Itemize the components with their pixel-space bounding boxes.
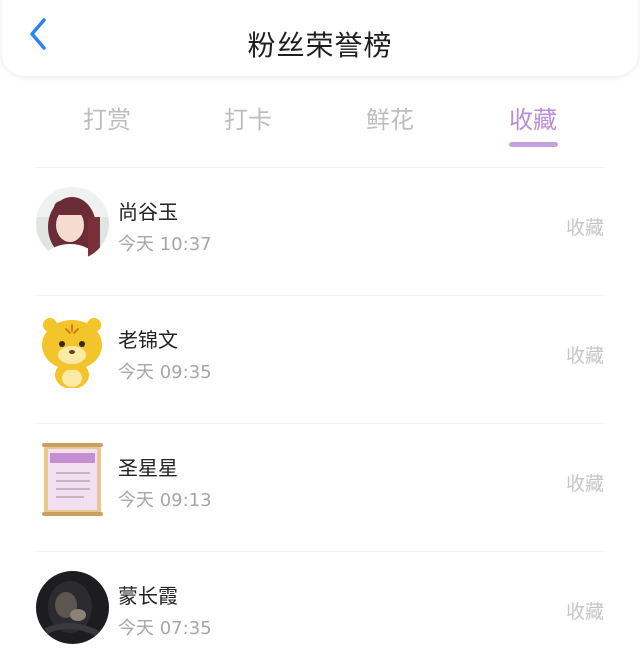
fan-name: 尚谷玉 [118,200,178,224]
active-tab-indicator [509,142,558,147]
favorite-label: 收藏 [565,473,604,495]
tab-bar: 打赏 打卡 鲜花 收藏 [0,96,640,152]
fan-time: 今天 10:37 [118,234,212,255]
list-item[interactable]: 圣星星 今天 09:13 收藏 [0,424,640,552]
fan-name: 圣星星 [118,456,178,480]
list-item[interactable]: 蒙长霞 今天 07:35 收藏 [0,552,640,671]
pink-scroll-avatar [42,443,103,516]
fan-time: 今天 09:35 [118,362,212,383]
app-screen: 粉丝荣誉榜 打赏 打卡 鲜花 收藏 尚谷玉 今天 10:37 收藏 老锦文 今天… [0,0,640,671]
avatar[interactable] [36,187,109,260]
tab-favorites[interactable]: 收藏 [473,100,593,135]
fan-time: 今天 09:13 [118,490,212,511]
fan-list: 尚谷玉 今天 10:37 收藏 老锦文 今天 09:35 收藏 圣星星 今天 0… [0,168,640,671]
tab-checkin[interactable]: 打卡 [188,100,308,135]
favorite-label: 收藏 [565,217,604,239]
fan-name: 蒙长霞 [118,584,178,608]
top-bar: 粉丝荣誉榜 [2,0,638,76]
favorite-label: 收藏 [565,345,604,367]
list-item[interactable]: 老锦文 今天 09:35 收藏 [0,296,640,424]
fan-name: 老锦文 [118,328,178,352]
favorite-label: 收藏 [565,601,604,623]
tiger-cartoon-avatar [42,318,102,388]
page-title: 粉丝荣誉榜 [247,29,393,62]
avatar[interactable] [36,315,109,388]
list-item[interactable]: 尚谷玉 今天 10:37 收藏 [0,168,640,296]
dark-photo-avatar [36,571,109,644]
avatar[interactable] [36,443,109,516]
tab-reward[interactable]: 打赏 [47,100,167,135]
tab-flowers[interactable]: 鲜花 [330,100,450,135]
fan-time: 今天 07:35 [118,618,212,639]
girl-photo-avatar [36,187,109,260]
avatar[interactable] [36,571,109,644]
